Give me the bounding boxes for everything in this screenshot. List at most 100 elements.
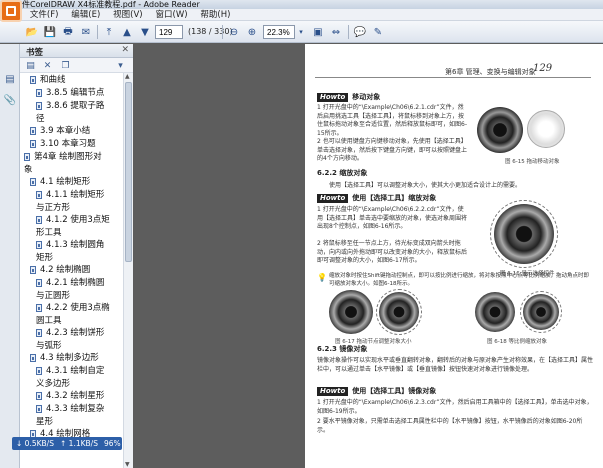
bookmark-icon — [36, 279, 42, 287]
bookmark-icon — [36, 405, 42, 413]
bookmark-icon — [24, 153, 30, 161]
section-heading: 6.2.2 缩放对象 — [317, 169, 368, 177]
menu-edit[interactable]: 编辑(E) — [66, 9, 105, 21]
bookmark-item[interactable]: 矩形 — [36, 253, 53, 264]
paragraph: 镜像对象操作可以实现水平或垂直翻转对象，翻转后的对象与原对象产生对称效果，在【选… — [317, 357, 594, 373]
toolbar-separator — [222, 25, 223, 39]
print-icon[interactable]: 🖶 — [60, 24, 76, 40]
bookmark-item[interactable]: 星形 — [36, 417, 53, 428]
scroll-up-icon[interactable]: ▲ — [125, 73, 130, 80]
note-lightbulb-icon: 💡 — [317, 273, 327, 282]
bookmark-item[interactable]: 4.1.3 绘制圆角 — [46, 240, 104, 251]
bookmark-icon — [36, 367, 42, 375]
zoom-input[interactable] — [263, 25, 295, 39]
bookmark-item[interactable]: 3.10 本章习题 — [40, 139, 96, 150]
pages-icon[interactable]: ▤ — [3, 72, 17, 86]
bookmark-item[interactable]: 4.2.1 绘制椭圆 — [46, 278, 104, 289]
percent-label: 96% — [104, 439, 121, 448]
bookmark-item[interactable]: 义多边形 — [36, 379, 70, 390]
bookmark-item[interactable]: 4.1.1 绘制矩形 — [46, 190, 104, 201]
bookmark-item[interactable]: 径 — [36, 114, 45, 125]
bookmark-icon — [36, 216, 42, 224]
scroll-down-icon[interactable]: ▼ — [125, 461, 130, 468]
bookmark-title: 书签 — [26, 48, 44, 58]
highlight-icon[interactable]: ✎ — [370, 24, 386, 40]
zoom-out-icon[interactable]: ⊖ — [226, 24, 242, 40]
fit-width-icon[interactable]: ⇔ — [328, 24, 344, 40]
lens-image — [475, 292, 515, 332]
page-number-input[interactable] — [155, 25, 183, 39]
bookmark-list: 和曲线 3.8.5 编辑节点 3.8.6 提取子路径 3.9 本章小结 3.10 本章习… — [20, 73, 123, 468]
bookmark-item[interactable]: 与正方形 — [36, 203, 70, 214]
bookmark-icon — [30, 127, 36, 135]
menu-help[interactable]: 帮助(H) — [195, 9, 235, 21]
bookmark-item[interactable]: 圆工具 — [36, 316, 62, 327]
paragraph: 1 打开光盘中的“\Example\Ch06\6.2.2.cdr”文件，使用【选… — [317, 206, 468, 230]
bookmark-item[interactable]: 4.2.3 绘制饼形 — [46, 328, 104, 339]
bookmark-item[interactable]: 第4章 绘制图形对 — [34, 152, 102, 163]
delete-icon[interactable]: ✕ — [42, 60, 53, 71]
network-speed-widget: ↓ 0.5KB/S ↑ 1.1KB/S 96% — [12, 437, 122, 450]
bookmark-item[interactable]: 4.3.3 绘制复杂 — [46, 404, 104, 415]
comment-icon[interactable]: 💬 — [352, 24, 368, 40]
scroll-thumb[interactable] — [125, 82, 132, 262]
bookmark-item[interactable]: 4.1.2 使用3点矩 — [46, 215, 110, 226]
paragraph: 2 将鼠标移至任一节点上方，待光标变成双向箭头时拖动，向内或向外拖动即可以改变对… — [317, 240, 468, 264]
bookmark-icon — [30, 266, 36, 274]
options-icon[interactable]: ▾ — [115, 60, 126, 71]
bookmark-item[interactable]: 4.3.1 绘制自定 — [46, 366, 104, 377]
bookmark-scrollbar[interactable]: ▲ ▼ — [123, 73, 133, 468]
bookmark-item[interactable]: 形工具 — [36, 228, 62, 239]
bookmark-item[interactable]: 4.3 绘制多边形 — [40, 353, 99, 364]
lens-outline-image — [527, 110, 565, 148]
howto-mirror: Howto 使用【选择工具】镜像对象 — [317, 387, 436, 396]
toolbar-separator — [348, 25, 349, 39]
bookmark-item[interactable]: 3.8.5 编辑节点 — [46, 88, 104, 99]
first-page-icon[interactable]: ⤒ — [101, 24, 117, 40]
app-logo-icon — [0, 0, 22, 22]
bookmark-item[interactable]: 3.8.6 提取子路 — [46, 101, 104, 112]
expand-icon[interactable]: ▤ — [25, 60, 36, 71]
upload-speed: ↑ 1.1KB/S — [60, 439, 98, 448]
bookmark-item[interactable]: 与正圆形 — [36, 291, 70, 302]
open-icon[interactable]: 📂 — [24, 24, 40, 40]
lens-image — [477, 107, 523, 153]
page-header: 第6章 管理、变换与编辑对象 — [445, 68, 536, 76]
bookmark-icon — [36, 102, 42, 110]
bookmark-icon — [30, 140, 36, 148]
fit-page-icon[interactable]: ▣ — [310, 24, 326, 40]
bookmark-icon — [36, 329, 42, 337]
bookmark-item[interactable]: 与弧形 — [36, 341, 62, 352]
toolbar-separator — [97, 25, 98, 39]
menu-view[interactable]: 视图(V) — [108, 9, 147, 21]
new-bookmark-icon[interactable]: ❐ — [60, 60, 71, 71]
paragraph: 2 也可以使用键盘方向键移动对象，先使用【选择工具】单击选择对象，然后按下键盘方… — [317, 138, 468, 162]
menu-file[interactable]: 文件(F) — [25, 9, 64, 21]
paragraph: 1 打开光盘中的“\Example\Ch06\6.2.3.cdr”文件，然后启用… — [317, 399, 593, 415]
zoom-dropdown-icon[interactable]: ▾ — [296, 24, 306, 40]
header-rule — [315, 77, 591, 78]
bookmark-item[interactable]: 和曲线 — [40, 75, 66, 86]
pdf-page: 第6章 管理、变换与编辑对象 129 Howto 移动对象 1 打开光盘中的“\E… — [305, 44, 603, 468]
lens-image — [329, 290, 373, 334]
close-icon[interactable]: ✕ — [121, 45, 129, 55]
bookmark-item[interactable]: 象 — [24, 165, 33, 176]
document-viewer[interactable]: 第6章 管理、变换与编辑对象 129 Howto 移动对象 1 打开光盘中的“\E… — [134, 44, 603, 468]
save-icon[interactable]: 💾 — [42, 24, 58, 40]
bookmark-item[interactable]: 4.3.2 绘制星形 — [46, 391, 104, 402]
next-page-icon[interactable]: ▼ — [137, 24, 153, 40]
download-speed: ↓ 0.5KB/S — [16, 439, 54, 448]
bookmark-item[interactable]: 4.2.2 使用3点椭 — [46, 303, 110, 314]
bookmark-icon — [36, 304, 42, 312]
bookmark-item[interactable]: 3.9 本章小结 — [40, 126, 90, 137]
attachments-icon[interactable]: 📎 — [3, 93, 17, 107]
prev-page-icon[interactable]: ▲ — [119, 24, 135, 40]
bookmark-icon — [30, 178, 36, 186]
figure-caption: 图 6-15 拖动移动对象 — [505, 159, 560, 165]
bookmark-item[interactable]: 4.2 绘制椭圆 — [40, 265, 90, 276]
zoom-in-icon[interactable]: ⊕ — [244, 24, 260, 40]
email-icon[interactable]: ✉ — [78, 24, 94, 40]
bookmark-item[interactable]: 4.1 绘制矩形 — [40, 177, 90, 188]
paragraph: 使用【选择工具】可以调整对象大小，使其大小更加适合设计上的需要。 — [329, 182, 522, 189]
menu-window[interactable]: 窗口(W) — [151, 9, 193, 21]
